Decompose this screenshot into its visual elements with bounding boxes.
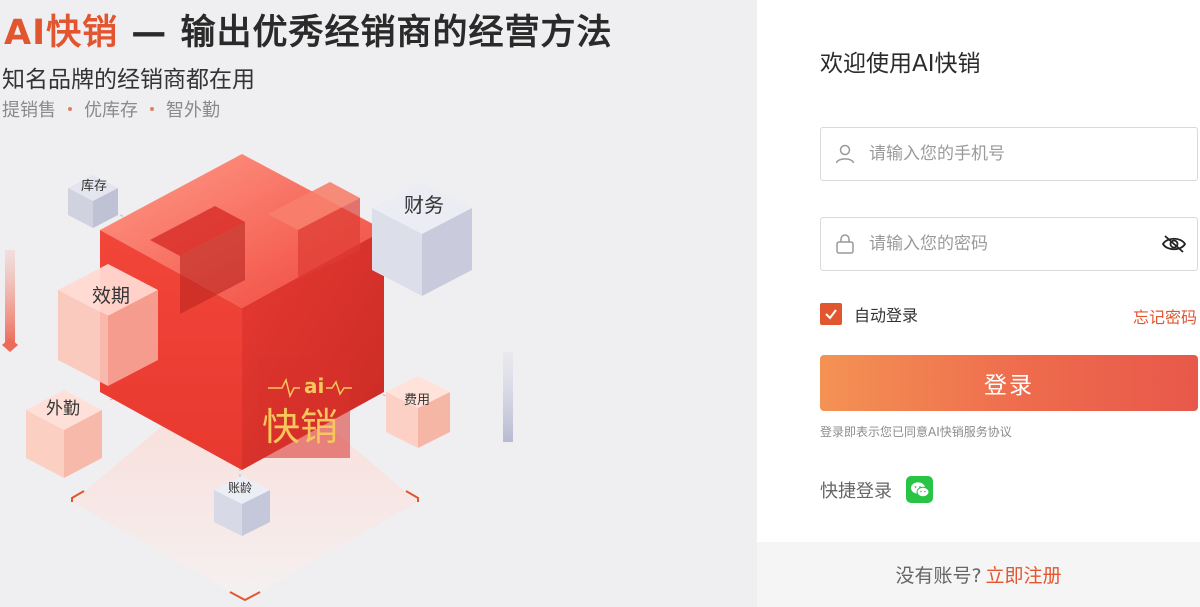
logo-small-text: ai <box>304 374 324 398</box>
welcome-title: 欢迎使用AI快销 <box>820 51 981 77</box>
wechat-icon[interactable] <box>906 476 933 503</box>
promo-panel: AI快销 — 输出优秀经销商的经营方法 知名品牌的经销商都在用 提销售 优库存 … <box>0 0 757 607</box>
phone-input[interactable] <box>869 128 1149 180</box>
tag-separator <box>68 107 72 111</box>
tag-inventory: 优库存 <box>84 100 138 121</box>
cube-label-aging: 账龄 <box>228 481 252 495</box>
logo-main-text: 快销 <box>262 405 338 449</box>
check-icon[interactable] <box>820 303 842 325</box>
headline-dash: — <box>118 13 181 53</box>
brand-name: AI快销 <box>4 13 119 53</box>
tag-sales: 提销售 <box>2 100 56 121</box>
quick-login-label: 快捷登录 <box>820 480 892 502</box>
headline: AI快销 — 输出优秀经销商的经营方法 <box>4 4 613 55</box>
user-icon <box>835 144 855 164</box>
forgot-password-link[interactable]: 忘记密码 <box>1133 304 1197 328</box>
agreement-text: 登录即表示您已同意AI快销服务协议 <box>820 425 1012 439</box>
auto-login-label: 自动登录 <box>854 306 919 325</box>
register-link[interactable]: 立即注册 <box>986 561 1062 588</box>
auto-login-checkbox[interactable]: 自动登录 <box>820 302 918 326</box>
register-footer: 没有账号? 立即注册 <box>757 542 1200 607</box>
subheadline: 知名品牌的经销商都在用 <box>2 67 255 93</box>
login-button[interactable]: 登录 <box>820 355 1198 411</box>
password-field[interactable] <box>820 217 1198 271</box>
tag-field: 智外勤 <box>166 100 220 121</box>
password-input[interactable] <box>869 218 1149 270</box>
headline-tagline: 输出优秀经销商的经营方法 <box>180 13 613 53</box>
phone-field[interactable] <box>820 127 1198 181</box>
cube-label-field-work: 外勤 <box>46 399 80 419</box>
login-panel: 欢迎使用AI快销 自动登录 忘记密码 登录 登录即表示您已同意AI快销服务协议 … <box>757 0 1200 607</box>
eye-off-icon[interactable] <box>1161 232 1187 256</box>
cube-label-inventory: 库存 <box>81 178 107 194</box>
cube-label-finance: 财务 <box>404 193 444 217</box>
lock-icon <box>836 234 854 254</box>
feature-tags: 提销售 优库存 智外勤 <box>2 96 220 122</box>
no-account-text: 没有账号? <box>895 565 982 587</box>
isometric-cube-illustration: ai 快销 库存 财务 效期 外勤 费用 账龄 <box>2 154 513 602</box>
cube-label-expiry: 效期 <box>92 285 130 307</box>
cube-label-expense: 费用 <box>404 393 430 408</box>
quick-login: 快捷登录 <box>820 476 933 503</box>
tag-separator <box>150 107 154 111</box>
